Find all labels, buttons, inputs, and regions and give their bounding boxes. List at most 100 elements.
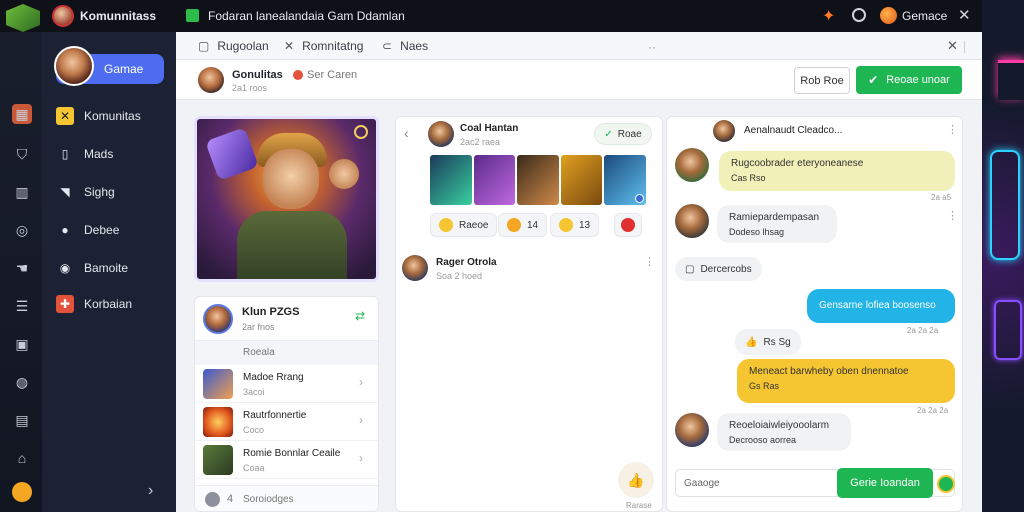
reaction-button[interactable]: 13 [550,213,600,237]
avatar [54,46,94,86]
thumbs-up-icon[interactable]: 👍 [618,462,654,498]
tablet-icon: ▯ [61,147,69,161]
friend-header[interactable]: Klun PZGS 2ar fnos ⇄ [195,297,378,341]
list-item[interactable]: Romie Bonnlar Ceaile Coaa › [195,441,378,479]
window-tab-title[interactable]: Fodaran lanealandaia Gam Ddamlan [208,9,405,23]
more-vertical-icon[interactable]: ⋮ [644,255,655,268]
shield-icon[interactable]: ⛉ [12,144,32,164]
tab-app-icon [186,9,199,22]
sidebar-item-bamoite[interactable]: ◉ Bamoite [56,258,128,278]
suggestions-row[interactable]: 4 Soroiodges [195,485,378,511]
more-vertical-icon[interactable]: ⋮ [947,123,958,136]
gallery-image[interactable] [517,155,559,205]
sidebar-item-community[interactable]: ✕ Komunitas [56,106,141,126]
alert-icon [621,218,635,232]
avatar[interactable] [675,204,709,238]
user-avatar[interactable] [52,5,74,27]
chat-message-own: Gensarne lofiea boosenso [807,289,955,323]
globe-icon[interactable]: ◍ [12,372,32,392]
tab-romnitatng[interactable]: ✕ Romnitatng [284,39,363,53]
avatar[interactable] [402,255,428,281]
check-icon: ✔ [868,73,879,87]
avatar [203,304,233,334]
target-icon[interactable]: ◎ [12,220,32,240]
settings-icon[interactable] [852,8,866,22]
more-icon[interactable]: ·· [648,40,656,54]
thumb-icon[interactable]: ☚ [12,258,32,278]
reaction-button[interactable] [614,213,642,237]
chat-chip[interactable]: ▢ Dercercobs [675,257,762,281]
gallery-image[interactable] [473,155,516,205]
sidebar-item-label: Sighg [84,185,115,199]
list-item[interactable]: Rautrfonnertie Coco › [195,403,378,441]
avatar[interactable] [198,67,224,93]
book-icon[interactable]: ▥ [12,182,32,202]
emoji-icon [559,218,573,232]
message-text: Meneact barwheby oben dnennatoe [749,366,909,377]
message-sub: Gs Ras [749,381,780,391]
reaction-chip[interactable]: 👍 Rs Sg [735,329,801,355]
tab-bar: ▢ Rugoolan ✕ Romnitatng ⊂ Naes ·· ✕ [176,32,982,60]
hero-character-image[interactable] [194,116,379,282]
tab-label: Romnitatng [302,39,364,53]
item-sub: 3acoi [243,387,265,397]
chevron-left-icon[interactable]: ‹ [404,125,409,141]
emoji-icon [507,218,521,232]
gallery-image[interactable] [560,155,603,205]
gallery-image[interactable] [430,155,472,205]
page-title: Gonulitas [232,69,283,81]
sidebar-item-korbaian[interactable]: ✚ Korbaian [56,294,132,314]
icon-rail: ▦ ⛉ ▥ ◎ ☚ ☰ ▣ ◍ ▤ ⌂ [0,32,42,512]
message-text: Gensarne lofiea boosenso [819,300,936,311]
avatar[interactable] [675,413,709,447]
chevron-right-icon[interactable]: › [148,482,153,500]
chat-message: Ramiepardempasan Dodeso lhsag [717,205,837,243]
primary-button[interactable]: ✔ Reoae unoar [856,66,962,94]
close-window-icon[interactable]: ✕ [958,6,971,24]
more-vertical-icon[interactable]: ⋮ [947,209,958,222]
avatar[interactable] [675,148,709,182]
reaction-button[interactable]: Raeoe [430,213,498,237]
sidebar-item-sighg[interactable]: ◥ Sighg [56,182,115,202]
status-badge [293,70,303,80]
chip-label: Dercercobs [700,263,752,275]
chevron-right-icon: › [359,413,363,427]
list-icon[interactable]: ☰ [12,296,32,316]
item-name: Romie Bonnlar Ceaile [243,448,341,459]
emoji-icon[interactable] [937,475,955,493]
game-tile-icon[interactable]: ▦ [12,104,32,124]
suggestions-label: Soroiodges [243,494,294,505]
profile-coin-icon[interactable] [12,482,32,502]
fab-label: Rarase [626,501,652,510]
swap-arrows-icon[interactable]: ⇄ [355,309,365,323]
sidebar-item-debee[interactable]: ● Debee [56,220,119,240]
avatar[interactable] [428,121,454,147]
game-icon[interactable] [880,7,897,24]
home-icon[interactable]: ⌂ [12,448,32,468]
tab-naes[interactable]: ⊂ Naes [382,39,428,53]
item-sub: Coaa [243,463,265,473]
check-icon [634,194,644,203]
sidebar-item-mads[interactable]: ▯ Mads [56,144,114,164]
gallery-image[interactable] [604,155,646,205]
secondary-button[interactable]: Rob Roe [794,67,850,94]
user-profile-button[interactable]: Gamae [54,46,164,86]
reaction-button[interactable]: 14 [498,213,548,237]
avatar[interactable] [713,120,735,142]
account-label[interactable]: Gemace [902,9,947,23]
section-label: Roeala [195,341,378,365]
app-logo-icon[interactable] [6,4,40,32]
grid-icon[interactable]: ▤ [12,410,32,430]
chat-message-own: Meneact barwheby oben dnennatoe Gs Ras [737,359,955,403]
tab-rugoolan[interactable]: ▢ Rugoolan [198,39,269,53]
status-pill[interactable]: ✓ Roae [594,123,652,145]
check-icon: ✓ [604,128,613,140]
title-bar: Komunnitass Fodaran lanealandaia Gam Dda… [0,0,982,32]
message-sub: Dodeso lhsag [729,227,785,237]
fox-icon[interactable]: ✦ [822,6,835,26]
close-icon[interactable]: ✕ [947,38,958,54]
send-button[interactable]: Gerie Ioandan [837,468,933,498]
picture-icon[interactable]: ▣ [12,334,32,354]
list-item[interactable]: Madoe Rrang 3acoi › [195,365,378,403]
sidebar-item-label: Korbaian [84,297,133,311]
